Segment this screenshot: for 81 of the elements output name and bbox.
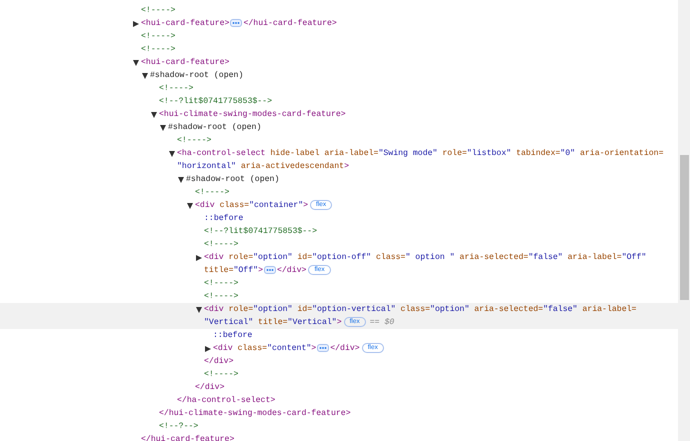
- shadow-root-label: #shadow-root (open): [186, 175, 280, 184]
- dom-tree-row[interactable]: <!---->: [0, 30, 678, 43]
- pseudo-element-label: ::before: [213, 331, 252, 340]
- comment-text: <!--?lit$0741775853$-->: [204, 227, 318, 236]
- element-tag: <div role="option" id="option-off" class=" option " aria-selected="false" aria-label="Off": [204, 251, 674, 264]
- dom-tree-row[interactable]: <hui-card-feature>: [0, 56, 678, 69]
- dom-tree-row[interactable]: <!---->: [0, 277, 678, 290]
- comment-text: <!--?-->: [159, 422, 198, 431]
- comment-text: <!--?lit$0741775853$-->: [159, 97, 272, 106]
- element-tag: <div role="option" id="option-vertical" class="option" aria-selected="false" aria-label=: [204, 303, 674, 316]
- dom-tree-row[interactable]: <!---->: [0, 238, 678, 251]
- element-tag: title="Off">: [204, 266, 263, 275]
- shadow-root-label: #shadow-root (open): [168, 123, 262, 132]
- disclosure-triangle-icon[interactable]: [205, 346, 211, 352]
- dom-tree-row[interactable]: <!--?-->: [0, 420, 678, 433]
- dom-tree-row[interactable]: ::before: [0, 212, 678, 225]
- scrollbar[interactable]: [678, 0, 690, 441]
- disclosure-triangle-icon[interactable]: [178, 176, 184, 182]
- dom-tree-row[interactable]: <!---->: [0, 43, 678, 56]
- closing-tag: </div>: [195, 383, 224, 392]
- closing-tag: </hui-card-feature>: [243, 19, 337, 28]
- closing-tag: </div>: [330, 344, 360, 353]
- dom-tree-row[interactable]: #shadow-root (open): [0, 69, 678, 82]
- dom-tree-row[interactable]: <!---->: [0, 290, 678, 303]
- dom-tree-row[interactable]: </ha-control-select>: [0, 394, 678, 407]
- selected-node-marker: == $0: [370, 318, 394, 327]
- dom-tree-row[interactable]: </hui-climate-swing-modes-card-feature>: [0, 407, 678, 420]
- comment-text: <!---->: [195, 188, 230, 197]
- closing-tag: </hui-climate-swing-modes-card-feature>: [159, 409, 351, 418]
- disclosure-triangle-icon[interactable]: [187, 202, 193, 208]
- element-tag: "Vertical" title="Vertical">: [204, 318, 342, 327]
- ellipsis-button[interactable]: [317, 344, 330, 352]
- disclosure-triangle-icon[interactable]: [151, 112, 157, 118]
- disclosure-triangle-icon[interactable]: [142, 72, 148, 78]
- dom-tree-row[interactable]: <hui-climate-swing-modes-card-feature>: [0, 108, 678, 121]
- element-tag: <div class="content">: [213, 344, 316, 353]
- dom-tree-row[interactable]: ::before: [0, 329, 678, 342]
- dom-tree-row[interactable]: <!--?lit$0741775853$-->: [0, 95, 678, 108]
- dom-tree-row[interactable]: <!---->: [0, 82, 678, 95]
- closing-tag: </hui-card-feature>: [141, 435, 234, 441]
- dom-tree-row[interactable]: #shadow-root (open): [0, 121, 678, 134]
- disclosure-triangle-icon[interactable]: [196, 306, 202, 312]
- comment-text: <!---->: [159, 84, 194, 93]
- element-tag: <hui-card-feature>: [141, 58, 230, 67]
- comment-text: <!---->: [204, 240, 238, 249]
- disclosure-triangle-icon[interactable]: [133, 60, 139, 66]
- comment-text: <!---->: [204, 279, 238, 288]
- element-tag: <hui-climate-swing-modes-card-feature>: [159, 110, 346, 119]
- element-tag: "horizontal" aria-activedescendant>: [177, 162, 349, 171]
- ellipsis-button[interactable]: [264, 266, 276, 274]
- comment-text: <!---->: [141, 45, 176, 54]
- disclosure-triangle-icon[interactable]: [196, 254, 202, 260]
- dom-tree-row[interactable]: #shadow-root (open): [0, 173, 678, 186]
- dom-tree-row[interactable]: <!---->: [0, 186, 678, 199]
- dom-tree-row[interactable]: <!--?lit$0741775853$-->: [0, 225, 678, 238]
- comment-text: <!---->: [204, 370, 238, 379]
- closing-tag: </div>: [204, 357, 234, 366]
- element-tag: <div class="container">: [195, 201, 308, 210]
- dom-tree-row[interactable]: <!---->: [0, 4, 678, 17]
- ellipsis-button[interactable]: [230, 18, 242, 27]
- comment-text: <!---->: [177, 136, 212, 145]
- dom-tree-row[interactable]: </div>: [0, 355, 678, 368]
- pseudo-element-label: ::before: [204, 214, 244, 223]
- closing-tag: </div>: [276, 266, 306, 275]
- scrollbar-thumb[interactable]: [680, 155, 689, 300]
- comment-text: <!---->: [141, 32, 176, 41]
- element-tag: <ha-control-select hide-label aria-label="Swing mode" role="listbox" tabindex="0" aria-orientation=: [177, 147, 674, 160]
- element-tag: <hui-card-feature>: [141, 19, 230, 28]
- comment-text: <!---->: [141, 6, 176, 15]
- dom-tree-row[interactable]: <ha-control-select hide-label aria-label="Swing mode" role="listbox" tabindex="0" aria-orientation= "horizontal" aria-activedescendant>: [0, 147, 678, 173]
- dom-tree-row[interactable]: <!---->: [0, 134, 678, 147]
- dom-tree-row[interactable]: <hui-card-feature> </hui-card-feature>: [0, 17, 678, 30]
- dom-tree-row[interactable]: <!---->: [0, 368, 678, 381]
- shadow-root-label: #shadow-root (open): [150, 71, 244, 80]
- disclosure-triangle-icon[interactable]: [169, 150, 175, 156]
- comment-text: <!---->: [204, 292, 238, 301]
- dom-tree-row[interactable]: </div>: [0, 381, 678, 394]
- disclosure-triangle-icon[interactable]: [160, 124, 166, 130]
- dom-tree-row[interactable]: </hui-card-feature>: [0, 433, 678, 441]
- closing-tag: </ha-control-select>: [177, 396, 276, 405]
- disclosure-triangle-icon[interactable]: [133, 20, 139, 26]
